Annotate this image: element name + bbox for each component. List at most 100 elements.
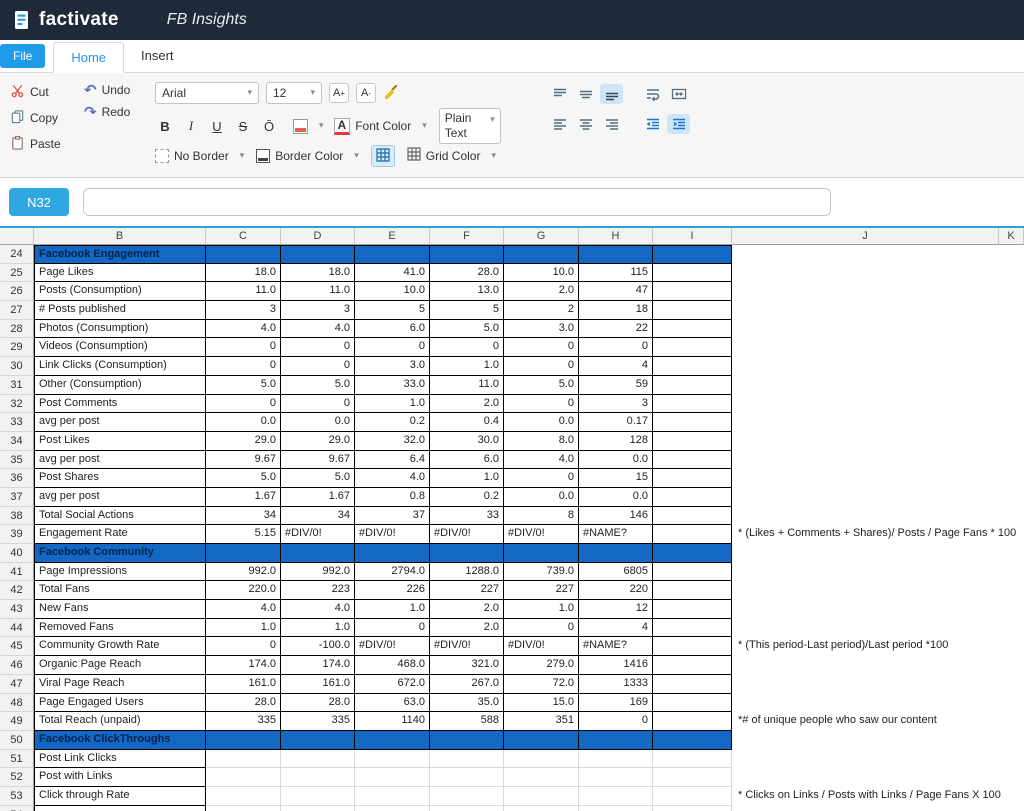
cell-J28[interactable] bbox=[732, 320, 999, 339]
cell-J29[interactable] bbox=[732, 338, 999, 357]
row-header-33[interactable]: 33 bbox=[0, 413, 34, 432]
row-header-31[interactable]: 31 bbox=[0, 376, 34, 395]
cell-F35[interactable]: 6.0 bbox=[430, 451, 504, 470]
cell-G35[interactable]: 4.0 bbox=[504, 451, 579, 470]
cell-G43[interactable]: 1.0 bbox=[504, 600, 579, 619]
cell-E29[interactable]: 0 bbox=[355, 338, 430, 357]
cell-C52[interactable] bbox=[206, 768, 281, 787]
cell-B54[interactable] bbox=[34, 806, 206, 811]
formula-input[interactable] bbox=[83, 188, 831, 216]
cell-E49[interactable]: 1140 bbox=[355, 712, 430, 731]
cell-H43[interactable]: 12 bbox=[579, 600, 653, 619]
cell-F28[interactable]: 5.0 bbox=[430, 320, 504, 339]
cell-J44[interactable] bbox=[732, 619, 999, 638]
cell-E43[interactable]: 1.0 bbox=[355, 600, 430, 619]
row-header-39[interactable]: 39 bbox=[0, 525, 34, 544]
row-header-41[interactable]: 41 bbox=[0, 563, 34, 582]
row-header-35[interactable]: 35 bbox=[0, 451, 34, 470]
cell-B29[interactable]: Videos (Consumption) bbox=[34, 338, 206, 357]
cell-C27[interactable]: 3 bbox=[206, 301, 281, 320]
cell-J41[interactable] bbox=[732, 563, 999, 582]
row-header-29[interactable]: 29 bbox=[0, 338, 34, 357]
cell-C36[interactable]: 5.0 bbox=[206, 469, 281, 488]
cell-B51[interactable]: Post Link Clicks bbox=[34, 750, 206, 769]
cell-D43[interactable]: 4.0 bbox=[281, 600, 355, 619]
cell-J25[interactable] bbox=[732, 264, 999, 283]
column-header-G[interactable]: G bbox=[504, 228, 579, 245]
cell-I26[interactable] bbox=[653, 282, 732, 301]
cell-I47[interactable] bbox=[653, 675, 732, 694]
cell-E54[interactable] bbox=[355, 806, 430, 811]
cell-H36[interactable]: 15 bbox=[579, 469, 653, 488]
cell-H45[interactable]: #NAME? bbox=[579, 637, 653, 656]
cell-E48[interactable]: 63.0 bbox=[355, 694, 430, 713]
cell-C50[interactable] bbox=[206, 731, 281, 750]
row-header-53[interactable]: 53 bbox=[0, 787, 34, 806]
cell-E41[interactable]: 2794.0 bbox=[355, 563, 430, 582]
cell-G24[interactable] bbox=[504, 245, 579, 264]
underline-button[interactable]: U bbox=[207, 116, 227, 136]
cell-I32[interactable] bbox=[653, 395, 732, 414]
cell-B37[interactable]: avg per post bbox=[34, 488, 206, 507]
fill-color-button[interactable]: ▾ bbox=[293, 119, 324, 134]
cell-G29[interactable]: 0 bbox=[504, 338, 579, 357]
cell-F30[interactable]: 1.0 bbox=[430, 357, 504, 376]
cell-I46[interactable] bbox=[653, 656, 732, 675]
cell-D38[interactable]: 34 bbox=[281, 507, 355, 526]
cell-E33[interactable]: 0.2 bbox=[355, 413, 430, 432]
cell-C30[interactable]: 0 bbox=[206, 357, 281, 376]
cell-I43[interactable] bbox=[653, 600, 732, 619]
cell-I29[interactable] bbox=[653, 338, 732, 357]
cell-D24[interactable] bbox=[281, 245, 355, 264]
cell-F48[interactable]: 35.0 bbox=[430, 694, 504, 713]
cell-H33[interactable]: 0.17 bbox=[579, 413, 653, 432]
cell-C35[interactable]: 9.67 bbox=[206, 451, 281, 470]
cell-B25[interactable]: Page Likes bbox=[34, 264, 206, 283]
cell-G34[interactable]: 8.0 bbox=[504, 432, 579, 451]
align-right-button[interactable] bbox=[600, 114, 623, 134]
cell-F38[interactable]: 33 bbox=[430, 507, 504, 526]
cell-I48[interactable] bbox=[653, 694, 732, 713]
cell-G28[interactable]: 3.0 bbox=[504, 320, 579, 339]
cell-I45[interactable] bbox=[653, 637, 732, 656]
cell-J38[interactable] bbox=[732, 507, 999, 526]
undo-button[interactable]: ↶ Undo bbox=[84, 83, 130, 98]
cell-C44[interactable]: 1.0 bbox=[206, 619, 281, 638]
cell-C45[interactable]: 0 bbox=[206, 637, 281, 656]
cell-B41[interactable]: Page Impressions bbox=[34, 563, 206, 582]
cell-E28[interactable]: 6.0 bbox=[355, 320, 430, 339]
row-header-44[interactable]: 44 bbox=[0, 619, 34, 638]
cell-B38[interactable]: Total Social Actions bbox=[34, 507, 206, 526]
cell-F54[interactable] bbox=[430, 806, 504, 811]
cell-F31[interactable]: 11.0 bbox=[430, 376, 504, 395]
no-border-button[interactable]: No Border ▾ bbox=[155, 149, 244, 164]
cell-D51[interactable] bbox=[281, 750, 355, 769]
column-header-I[interactable]: I bbox=[653, 228, 732, 245]
cell-J47[interactable] bbox=[732, 675, 999, 694]
cell-C37[interactable]: 1.67 bbox=[206, 488, 281, 507]
cell-H44[interactable]: 4 bbox=[579, 619, 653, 638]
row-header-32[interactable]: 32 bbox=[0, 395, 34, 414]
cell-C28[interactable]: 4.0 bbox=[206, 320, 281, 339]
cell-I50[interactable] bbox=[653, 731, 732, 750]
cell-E26[interactable]: 10.0 bbox=[355, 282, 430, 301]
cell-F52[interactable] bbox=[430, 768, 504, 787]
cell-J35[interactable] bbox=[732, 451, 999, 470]
cell-I30[interactable] bbox=[653, 357, 732, 376]
cell-H24[interactable] bbox=[579, 245, 653, 264]
row-header-46[interactable]: 46 bbox=[0, 656, 34, 675]
cell-H48[interactable]: 169 bbox=[579, 694, 653, 713]
cell-E37[interactable]: 0.8 bbox=[355, 488, 430, 507]
cell-B48[interactable]: Page Engaged Users bbox=[34, 694, 206, 713]
row-header-45[interactable]: 45 bbox=[0, 637, 34, 656]
cell-C49[interactable]: 335 bbox=[206, 712, 281, 731]
cell-G36[interactable]: 0 bbox=[504, 469, 579, 488]
valign-middle-button[interactable] bbox=[574, 84, 597, 104]
cell-J46[interactable] bbox=[732, 656, 999, 675]
text-format-select[interactable]: ▾ Plain Text bbox=[439, 108, 501, 144]
cell-F46[interactable]: 321.0 bbox=[430, 656, 504, 675]
corner-cell[interactable] bbox=[0, 228, 34, 245]
cell-I54[interactable] bbox=[653, 806, 732, 811]
row-header-42[interactable]: 42 bbox=[0, 581, 34, 600]
column-header-B[interactable]: B bbox=[34, 228, 206, 245]
